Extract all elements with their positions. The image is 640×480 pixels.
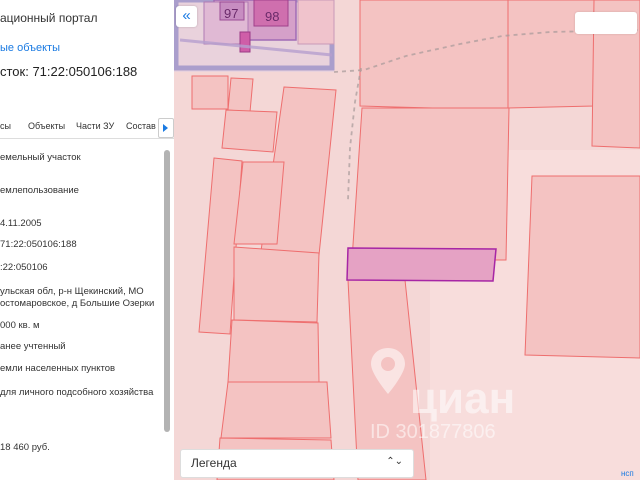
buildings-cluster: [174, 0, 335, 72]
cadastral-map[interactable]: 97 98 циан ID 301877806: [174, 0, 640, 480]
info-use: для личного подсобного хозяйства: [0, 387, 154, 398]
panel-scrollbar-thumb[interactable]: [164, 150, 170, 432]
info-quarter: :22:050106: [0, 262, 48, 273]
info-cadastral-number: 71:22:050106:188: [0, 239, 77, 250]
info-date: 4.11.2005: [0, 218, 42, 229]
arrow-right-icon: [163, 124, 168, 132]
tab-bar: сы Объекты Части ЗУ Состав: [0, 118, 174, 139]
up-down-chevron-icon: ⌃⌄: [386, 456, 403, 467]
double-chevron-left-icon: «: [182, 7, 191, 24]
building-label-98: 98: [265, 9, 279, 24]
info-purpose: емлепользование: [0, 185, 79, 196]
watermark-id: ID 301877806: [370, 421, 496, 443]
plot-number: сток: 71:22:050106:188: [0, 64, 138, 79]
tabs-next-button[interactable]: [158, 118, 174, 138]
map-control-box[interactable]: [575, 12, 637, 34]
info-cost: 18 460 руб.: [0, 442, 50, 453]
portal-title: ационный портал: [0, 11, 98, 25]
info-panel: ационный портал ые объекты сток: 71:22:0…: [0, 0, 174, 480]
tab-resources[interactable]: сы: [0, 121, 11, 131]
selected-parcel[interactable]: [346, 247, 497, 282]
tab-parts[interactable]: Части ЗУ: [76, 121, 114, 131]
info-category: емли населенных пунктов: [0, 363, 116, 374]
info-address-line2: остомаровское, д Большие Озерки: [0, 298, 155, 309]
collapse-panel-button[interactable]: «: [176, 6, 197, 27]
building-label-97: 97: [224, 6, 238, 21]
legend-dropdown[interactable]: Легенда ⌃⌄: [180, 449, 414, 478]
info-type: емельный участок: [0, 152, 81, 163]
info-area: 000 кв. м: [0, 320, 40, 331]
tab-composition[interactable]: Состав: [126, 121, 156, 131]
legend-label: Легенда: [191, 456, 237, 470]
info-status: анее учтенный: [0, 341, 66, 352]
tab-objects[interactable]: Объекты: [28, 121, 65, 131]
objects-link[interactable]: ые объекты: [0, 42, 60, 54]
map-canvas[interactable]: 97 98 циан ID 301877806: [174, 0, 640, 480]
watermark-brand: циан: [410, 374, 515, 423]
corner-link[interactable]: нсп: [621, 469, 634, 478]
